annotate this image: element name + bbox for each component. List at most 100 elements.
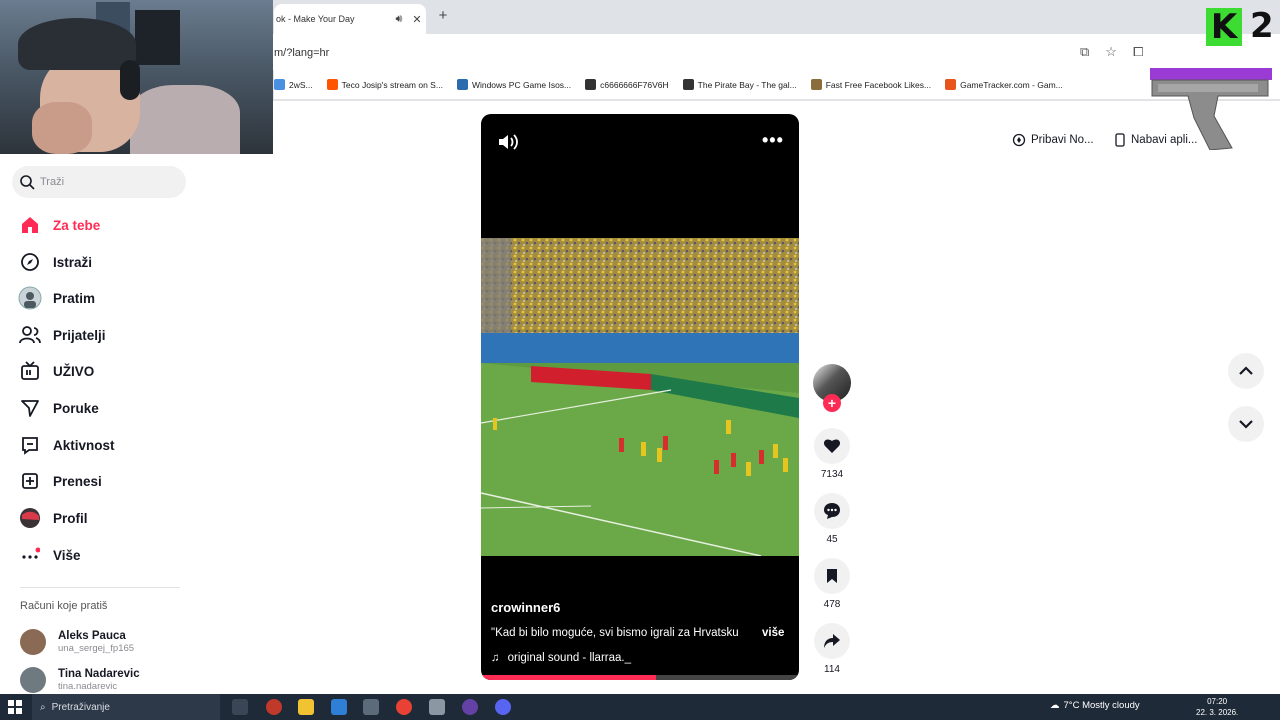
store-icon[interactable]	[363, 699, 379, 715]
activity-icon	[16, 434, 44, 456]
next-video-button[interactable]	[1228, 406, 1264, 442]
bookmark-item[interactable]: Fast Free Facebook Likes...	[810, 79, 931, 90]
nav-for-you[interactable]: Za tebe	[16, 210, 216, 240]
bookmark-item[interactable]: The Pirate Bay - The gal...	[682, 79, 797, 90]
sound-name: original sound - llarraa._	[507, 652, 631, 664]
install-app-icon[interactable]: ⧉	[1080, 44, 1089, 60]
nav-messages[interactable]: Poruke	[16, 393, 216, 423]
bookmark-favicon-icon	[274, 79, 285, 90]
system-clock[interactable]: 07:20 22. 3. 2026.	[1196, 696, 1238, 718]
comment-count: 45	[826, 534, 838, 545]
bookmark-item[interactable]: 2wS...	[274, 79, 313, 90]
comment-icon	[824, 503, 840, 519]
profile-avatar-icon	[16, 507, 44, 529]
extensions-icon[interactable]: ⧠	[1133, 44, 1143, 60]
streamer-hoodie	[130, 85, 240, 154]
avatar	[20, 667, 46, 693]
nav-explore[interactable]: Istraži	[16, 247, 216, 277]
windows-start-icon[interactable]	[8, 700, 22, 714]
followed-account[interactable]: Aleks Pauca una_sergej_fp165	[20, 627, 220, 657]
caption-more-button[interactable]: više	[762, 627, 784, 639]
search-icon	[20, 175, 35, 190]
account-name: Tina Nadarevic	[58, 668, 140, 680]
more-options-icon[interactable]: •••	[762, 131, 784, 149]
nav-friends[interactable]: Prijatelji	[16, 320, 216, 350]
speaker-icon[interactable]: 🔊︎	[390, 13, 408, 26]
discord-icon[interactable]	[495, 699, 511, 715]
progress-fill	[481, 675, 656, 680]
bookmark-item[interactable]: c6666666F76V6H	[585, 79, 669, 90]
follow-plus-icon[interactable]: +	[823, 394, 841, 412]
nav-label: Prijatelji	[53, 327, 106, 343]
browser-tab[interactable]: ok - Make Your Day 🔊︎ ✕	[274, 4, 426, 34]
bookmark-item[interactable]: GameTracker.com - Gam...	[945, 79, 1063, 90]
close-tab-icon[interactable]: ✕	[408, 13, 426, 26]
app-icon[interactable]	[266, 699, 282, 715]
previous-video-button[interactable]	[1228, 353, 1264, 389]
search-placeholder: Traži	[40, 176, 65, 188]
task-view-icon[interactable]	[232, 699, 248, 715]
get-app-button[interactable]: Nabavi apli...	[1114, 127, 1197, 153]
video-player[interactable]: ••• crowinner6 "Kad bi bilo moguće, svi …	[481, 114, 799, 680]
new-tab-button[interactable]: +	[434, 7, 452, 25]
comment-button[interactable]	[814, 493, 850, 529]
obs-icon[interactable]	[462, 699, 478, 715]
webcam-overlay	[0, 0, 273, 154]
nav-label: Prenesi	[53, 473, 102, 489]
nav-label: Pratim	[53, 290, 96, 306]
followed-account[interactable]: Tina Nadarevic tina.nadarevic	[20, 665, 220, 695]
share-action: 114	[814, 623, 850, 675]
soundcloud-icon	[326, 79, 338, 90]
coin-icon	[1012, 133, 1026, 147]
cloud-icon: ☁	[1050, 700, 1060, 711]
chevron-down-icon	[1239, 420, 1253, 429]
nav-label: Poruke	[53, 400, 99, 416]
nav-profile[interactable]: Profil	[16, 503, 216, 533]
music-note-icon: ♫	[491, 652, 500, 664]
search-icon: ⌕	[40, 701, 46, 713]
video-progress-bar[interactable]	[481, 675, 799, 680]
nav-upload[interactable]: Prenesi	[16, 466, 216, 496]
bookmark-star-icon[interactable]: ☆	[1105, 44, 1117, 60]
nav-label: Aktivnost	[53, 437, 115, 453]
nav-activity[interactable]: Aktivnost	[16, 430, 216, 460]
app-icon[interactable]	[429, 699, 445, 715]
video-caption: "Kad bi bilo moguće, svi bismo igrali za…	[491, 627, 739, 639]
streamer-hand	[32, 102, 92, 154]
streamer-headset	[120, 60, 140, 100]
search-input[interactable]: Traži	[12, 166, 186, 198]
nav-label: Za tebe	[53, 217, 101, 233]
upload-icon	[16, 470, 44, 492]
streamer-cap	[18, 18, 136, 70]
tab-title: ok - Make Your Day	[276, 14, 355, 24]
bookmark-item[interactable]: Windows PC Game Isos...	[456, 79, 571, 90]
video-sound[interactable]: ♫ original sound - llarraa._	[491, 652, 631, 664]
file-explorer-icon[interactable]	[298, 699, 314, 715]
avatar-icon	[16, 286, 44, 310]
nav-live[interactable]: UŽIVO	[16, 356, 216, 386]
chrome-icon[interactable]	[396, 699, 412, 715]
k-logo-number: 2	[1250, 6, 1274, 46]
video-author[interactable]: crowinner6	[491, 600, 560, 615]
bookmark-icon	[827, 569, 837, 583]
save-button[interactable]	[814, 558, 850, 594]
save-count: 478	[823, 599, 841, 610]
nav-label: Profil	[53, 510, 88, 526]
volume-icon[interactable]	[497, 132, 519, 152]
address-bar[interactable]: m/?lang=hr	[274, 41, 1104, 65]
more-dots-icon	[16, 544, 44, 566]
like-button[interactable]	[814, 428, 850, 464]
get-coins-button[interactable]: Pribavi No...	[1012, 127, 1094, 153]
share-button[interactable]	[814, 623, 850, 659]
account-username: tina.nadarevic	[58, 681, 118, 692]
account-username: una_sergej_fp165	[58, 643, 135, 654]
weather-widget[interactable]: ☁ 7°C Mostly cloudy	[1050, 700, 1140, 711]
chevron-up-icon	[1239, 366, 1253, 375]
taskbar-search[interactable]: ⌕ Pretraživanje	[32, 694, 220, 720]
edge-icon[interactable]	[331, 699, 347, 715]
video-frame-football-match	[481, 238, 799, 556]
nav-following[interactable]: Pratim	[16, 283, 216, 313]
nav-label: Istraži	[53, 254, 93, 270]
bookmark-item[interactable]: Teco Josip's stream on S...	[326, 79, 443, 90]
nav-more[interactable]: Više	[16, 540, 216, 570]
